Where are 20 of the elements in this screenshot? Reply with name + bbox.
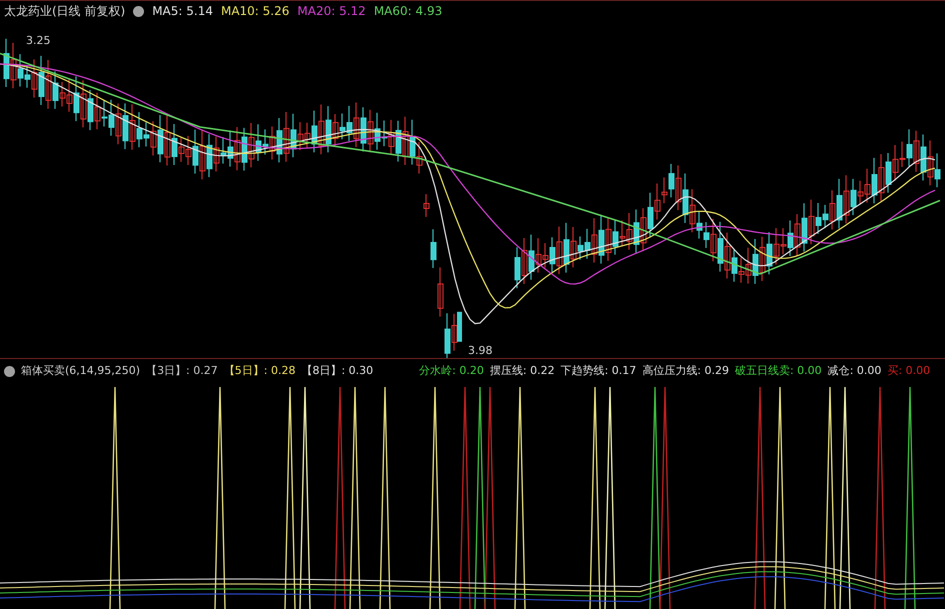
indicator-value: 【3日】: 0.27 [146,362,218,379]
indicator-value: 摆压线: 0.22 [490,362,555,379]
indicator-value: 减仓: 0.00 [828,362,882,379]
dropdown-icon[interactable] [4,366,15,376]
moving-average-value: MA60: 4.93 [374,3,442,20]
price-label: 3.98 [468,343,492,359]
indicator-value: 高位压力线: 0.29 [642,362,729,379]
price-label: 3.25 [26,33,50,49]
dropdown-icon[interactable] [133,6,144,16]
indicator-title: 箱体买卖(6,14,95,250) [21,362,140,379]
indicator-value: 买: 0.00 [887,362,930,379]
indicator-value: 【8日】: 0.30 [301,362,374,379]
indicator-value: 【5日】: 0.28 [224,362,296,379]
indicator-value: 分水岭: 0.20 [419,362,484,379]
moving-average-value: MA5: 5.14 [152,3,213,20]
indicator-value: 破五日线卖: 0.00 [734,362,822,379]
moving-average-value: MA10: 5.26 [220,3,290,20]
indicator-value: 下趋势线: 0.17 [560,362,636,379]
stock-title: 太龙药业(日线 前复权) [4,3,126,20]
moving-average-value: MA20: 5.12 [297,3,366,20]
